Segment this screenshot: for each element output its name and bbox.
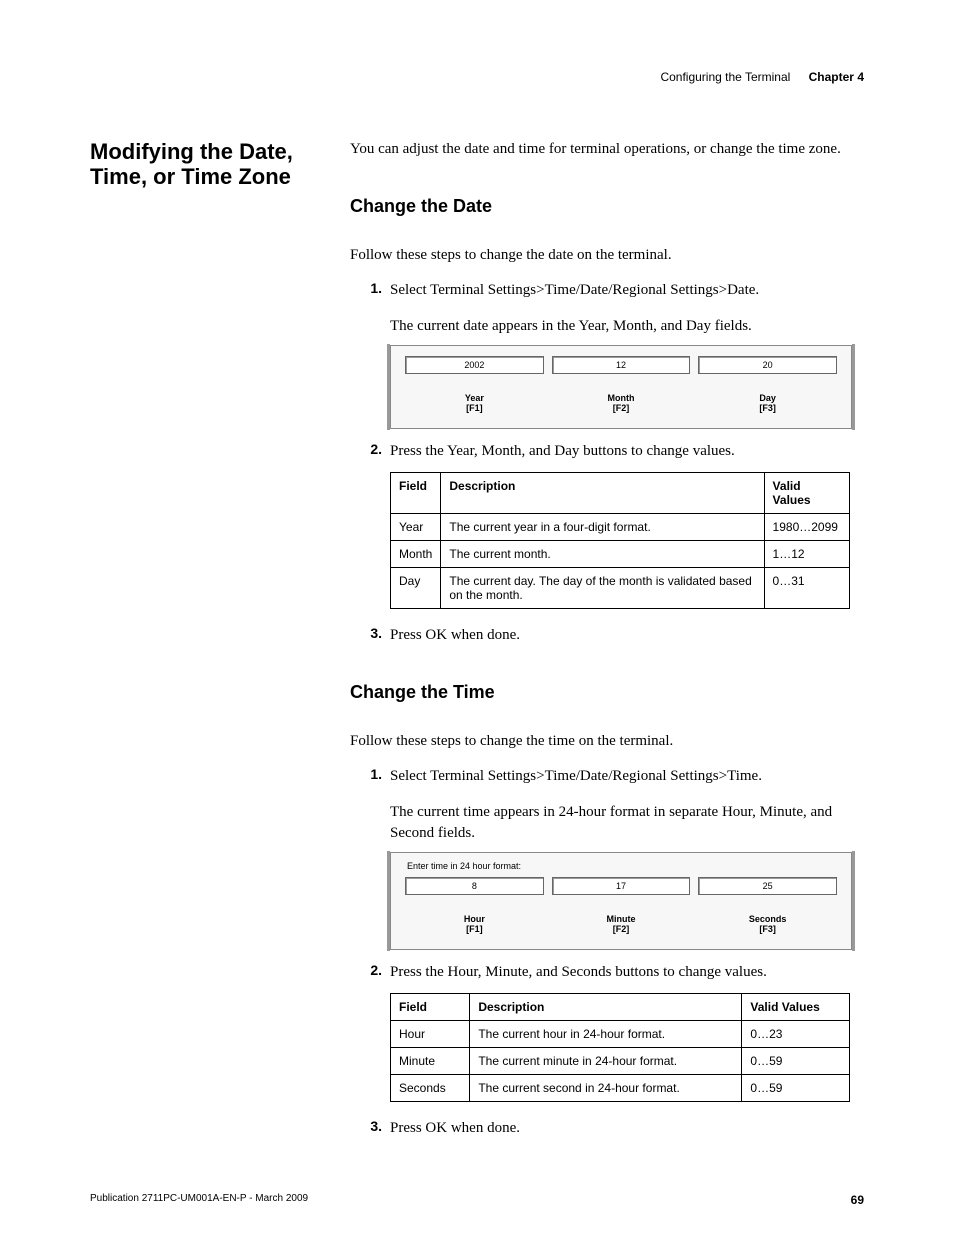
month-field: 12 — [552, 356, 691, 374]
header-section: Configuring the Terminal — [660, 70, 790, 84]
table-row: Hour The current hour in 24-hour format.… — [391, 1020, 850, 1047]
seconds-label: Seconds [F3] — [694, 915, 841, 935]
day-field: 20 — [698, 356, 837, 374]
th-field: Field — [391, 472, 441, 513]
section-title: Modifying the Date, Time, or Time Zone — [90, 139, 350, 190]
intro-text: You can adjust the date and time for ter… — [350, 139, 864, 160]
step-number: 3. — [350, 1118, 390, 1139]
change-time-heading: Change the Time — [350, 682, 864, 703]
step-number: 2. — [350, 441, 390, 462]
th-field: Field — [391, 993, 470, 1020]
date-ui-figure: 2002 12 20 Year [F1] Month [F2] — [390, 345, 852, 429]
step-number: 1. — [350, 280, 390, 301]
minute-field: 17 — [552, 877, 691, 895]
time-lead: Follow these steps to change the time on… — [350, 731, 864, 752]
page-number: 69 — [851, 1193, 864, 1207]
th-valid: Valid Values — [742, 993, 850, 1020]
time-step3: Press OK when done. — [390, 1118, 864, 1139]
th-valid: Valid Values — [764, 472, 849, 513]
date-step2: Press the Year, Month, and Day buttons t… — [390, 441, 864, 462]
publication-info: Publication 2711PC-UM001A-EN-P - March 2… — [90, 1193, 308, 1207]
page-header: Configuring the Terminal Chapter 4 — [90, 70, 864, 84]
step-number: 2. — [350, 962, 390, 983]
change-date-heading: Change the Date — [350, 196, 864, 217]
step-number: 3. — [350, 625, 390, 646]
th-desc: Description — [441, 472, 764, 513]
time-ui-prompt: Enter time in 24 hour format: — [407, 861, 841, 871]
table-row: Minute The current minute in 24-hour for… — [391, 1047, 850, 1074]
date-lead: Follow these steps to change the date on… — [350, 245, 864, 266]
month-label: Month [F2] — [548, 394, 695, 414]
minute-label: Minute [F2] — [548, 915, 695, 935]
page-footer: Publication 2711PC-UM001A-EN-P - March 2… — [90, 1193, 864, 1207]
table-row: Seconds The current second in 24-hour fo… — [391, 1074, 850, 1101]
date-fields-table: Field Description Valid Values Year The … — [390, 472, 850, 609]
time-fields-table: Field Description Valid Values Hour The … — [390, 993, 850, 1102]
table-row: Year The current year in a four-digit fo… — [391, 513, 850, 540]
year-label: Year [F1] — [401, 394, 548, 414]
header-chapter: Chapter 4 — [809, 70, 864, 84]
time-ui-figure: Enter time in 24 hour format: 8 17 25 Ho… — [390, 852, 852, 950]
date-step1b: The current date appears in the Year, Mo… — [390, 316, 864, 337]
hour-field: 8 — [405, 877, 544, 895]
th-desc: Description — [470, 993, 742, 1020]
day-label: Day [F3] — [694, 394, 841, 414]
date-step1: Select Terminal Settings>Time/Date/Regio… — [390, 280, 864, 301]
time-step2: Press the Hour, Minute, and Seconds butt… — [390, 962, 864, 983]
table-row: Month The current month. 1…12 — [391, 540, 850, 567]
seconds-field: 25 — [698, 877, 837, 895]
time-step1b: The current time appears in 24-hour form… — [390, 802, 864, 844]
year-field: 2002 — [405, 356, 544, 374]
hour-label: Hour [F1] — [401, 915, 548, 935]
step-number: 1. — [350, 766, 390, 787]
table-row: Day The current day. The day of the mont… — [391, 567, 850, 608]
time-step1: Select Terminal Settings>Time/Date/Regio… — [390, 766, 864, 787]
date-step3: Press OK when done. — [390, 625, 864, 646]
